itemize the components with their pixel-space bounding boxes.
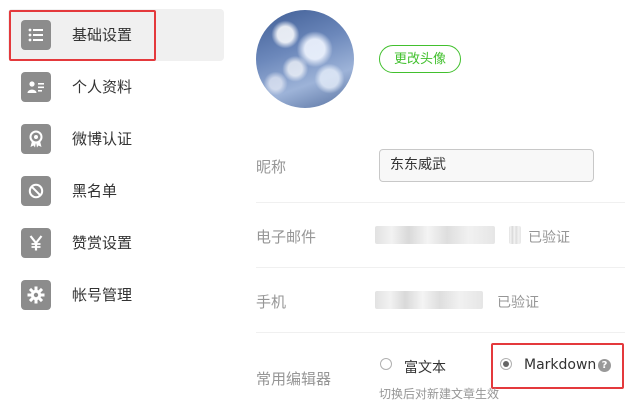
- phone-label: 手机: [256, 293, 287, 311]
- divider: [256, 267, 625, 268]
- nickname-label: 昵称: [256, 158, 287, 176]
- phone-value-redacted: [375, 291, 483, 309]
- radio-rich-text-label[interactable]: 富文本: [404, 357, 446, 377]
- sidebar-item-profile[interactable]: 个人资料: [8, 61, 224, 113]
- sidebar-item-label: 帐号管理: [72, 286, 133, 304]
- radio-rich-text[interactable]: [380, 358, 392, 370]
- phone-verified-status: 已验证: [497, 295, 539, 311]
- sidebar-item-label: 个人资料: [72, 78, 133, 96]
- sidebar: 基础设置 个人资料 微博认证 黑名单 赞赏设置 帐号管理: [0, 0, 230, 405]
- sidebar-item-label: 微博认证: [72, 130, 133, 148]
- highlight-box: [491, 343, 624, 389]
- sidebar-item-blacklist[interactable]: 黑名单: [8, 165, 224, 217]
- avatar[interactable]: [256, 10, 354, 108]
- editor-label: 常用编辑器: [256, 370, 332, 388]
- change-avatar-button[interactable]: 更改头像: [379, 45, 461, 73]
- editor-hint: 切换后对新建文章生效: [379, 387, 500, 401]
- email-value-redacted: [375, 226, 495, 244]
- sidebar-item-label: 黑名单: [72, 182, 118, 200]
- divider: [256, 332, 625, 333]
- email-label: 电子邮件: [256, 228, 317, 246]
- badge-icon: [21, 124, 51, 154]
- divider: [256, 202, 625, 203]
- email-value-redacted: [509, 226, 521, 244]
- highlight-box: [9, 10, 156, 61]
- profile-card-icon: [21, 72, 51, 102]
- sidebar-item-label: 赞赏设置: [72, 234, 133, 252]
- sidebar-item-account-management[interactable]: 帐号管理: [8, 269, 224, 321]
- sidebar-item-weibo-verify[interactable]: 微博认证: [8, 113, 224, 165]
- email-verified-status: 已验证: [528, 230, 570, 246]
- gear-icon: [21, 280, 51, 310]
- nickname-input[interactable]: 东东威武: [379, 149, 594, 182]
- block-icon: [21, 176, 51, 206]
- sidebar-item-reward-settings[interactable]: 赞赏设置: [8, 217, 224, 269]
- yen-icon: [21, 228, 51, 258]
